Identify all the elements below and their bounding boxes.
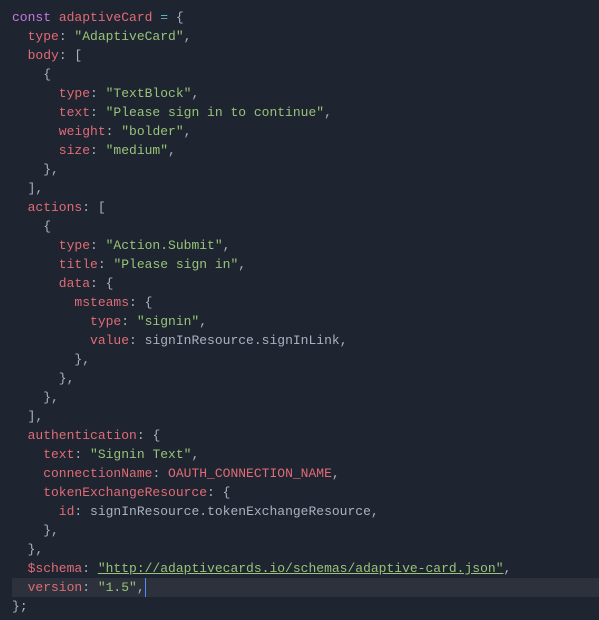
code-line-4[interactable]: { [12,65,599,84]
string-please-sign-in: "Please sign in to continue" [106,105,324,120]
prop-version: version [12,580,82,595]
code-line-6[interactable]: text: "Please sign in to continue", [12,103,599,122]
brace-close: } [12,162,51,177]
brace-close: } [12,371,67,386]
variable-name: adaptiveCard [51,10,160,25]
ident-signinresource: signInResource [145,333,254,348]
prop-msteams: msteams [12,295,129,310]
code-line-14[interactable]: title: "Please sign in", [12,255,599,274]
code-line-15[interactable]: data: { [12,274,599,293]
string-signin-text: "Signin Text" [90,447,191,462]
brace-close: } [12,390,51,405]
string-medium: "medium" [106,143,168,158]
brace-open: { [12,67,51,82]
bracket-open: [ [74,48,82,63]
code-line-2[interactable]: type: "AdaptiveCard", [12,27,599,46]
ident-tokenexchangeresource: tokenExchangeResource [207,504,371,519]
code-line-17[interactable]: type: "signin", [12,312,599,331]
prop-text: text [12,447,74,462]
code-line-20[interactable]: }, [12,369,599,388]
prop-weight: weight [12,124,106,139]
prop-type: type [12,314,121,329]
ident-signinlink: signInLink [262,333,340,348]
string-please-sign-in-title: "Please sign in" [113,257,238,272]
string-action-submit: "Action.Submit" [106,238,223,253]
code-line-18[interactable]: value: signInResource.signInLink, [12,331,599,350]
prop-tokenexchangeresource: tokenExchangeResource [12,485,207,500]
code-line-29[interactable]: }, [12,540,599,559]
brace-close: } [12,599,20,614]
prop-actions: actions [12,200,82,215]
code-line-8[interactable]: size: "medium", [12,141,599,160]
prop-type: type [12,29,59,44]
brace-close: } [12,523,51,538]
prop-text: text [12,105,90,120]
code-line-21[interactable]: }, [12,388,599,407]
code-line-10[interactable]: ], [12,179,599,198]
string-signin: "signin" [137,314,199,329]
code-line-25[interactable]: connectionName: OAUTH_CONNECTION_NAME, [12,464,599,483]
ident-signinresource: signInResource [90,504,199,519]
const-oauth-connection-name: OAUTH_CONNECTION_NAME [168,466,332,481]
code-line-24[interactable]: text: "Signin Text", [12,445,599,464]
code-line-5[interactable]: type: "TextBlock", [12,84,599,103]
code-line-23[interactable]: authentication: { [12,426,599,445]
brace-open: { [106,276,114,291]
prop-value: value [12,333,129,348]
code-line-12[interactable]: { [12,217,599,236]
code-line-30[interactable]: $schema: "http://adaptivecards.io/schema… [12,559,599,578]
code-line-7[interactable]: weight: "bolder", [12,122,599,141]
string-adaptivecard: "AdaptiveCard" [74,29,183,44]
text-cursor [145,578,146,597]
brace-open: { [176,10,184,25]
string-textblock: "TextBlock" [106,86,192,101]
code-line-9[interactable]: }, [12,160,599,179]
code-line-11[interactable]: actions: [ [12,198,599,217]
code-line-32[interactable]: }; [12,597,599,616]
bracket-close: ] [12,409,35,424]
prop-id: id [12,504,74,519]
brace-close: } [12,352,82,367]
prop-authentication: authentication [12,428,137,443]
brace-open: { [12,219,51,234]
code-line-28[interactable]: }, [12,521,599,540]
prop-data: data [12,276,90,291]
brace-open: { [223,485,231,500]
bracket-close: ] [12,181,35,196]
prop-schema: $schema [12,561,82,576]
code-line-1[interactable]: const adaptiveCard = { [12,8,599,27]
prop-size: size [12,143,90,158]
code-line-26[interactable]: tokenExchangeResource: { [12,483,599,502]
string-bolder: "bolder" [121,124,183,139]
prop-type: type [12,238,90,253]
code-line-22[interactable]: ], [12,407,599,426]
code-line-19[interactable]: }, [12,350,599,369]
keyword-const: const [12,10,51,25]
brace-close: } [12,542,35,557]
prop-title: title [12,257,98,272]
code-line-13[interactable]: type: "Action.Submit", [12,236,599,255]
string-version: "1.5" [98,580,137,595]
brace-open: { [145,295,153,310]
prop-connectionname: connectionName [12,466,152,481]
code-line-16[interactable]: msteams: { [12,293,599,312]
brace-open: { [152,428,160,443]
code-line-27[interactable]: id: signInResource.tokenExchangeResource… [12,502,599,521]
code-line-3[interactable]: body: [ [12,46,599,65]
prop-type: type [12,86,90,101]
string-schema-url: "http://adaptivecards.io/schemas/adaptiv… [98,561,504,576]
operator-assign: = [160,10,176,25]
prop-body: body [12,48,59,63]
semicolon: ; [20,599,28,614]
code-line-31[interactable]: version: "1.5", [12,578,599,597]
bracket-open: [ [98,200,106,215]
